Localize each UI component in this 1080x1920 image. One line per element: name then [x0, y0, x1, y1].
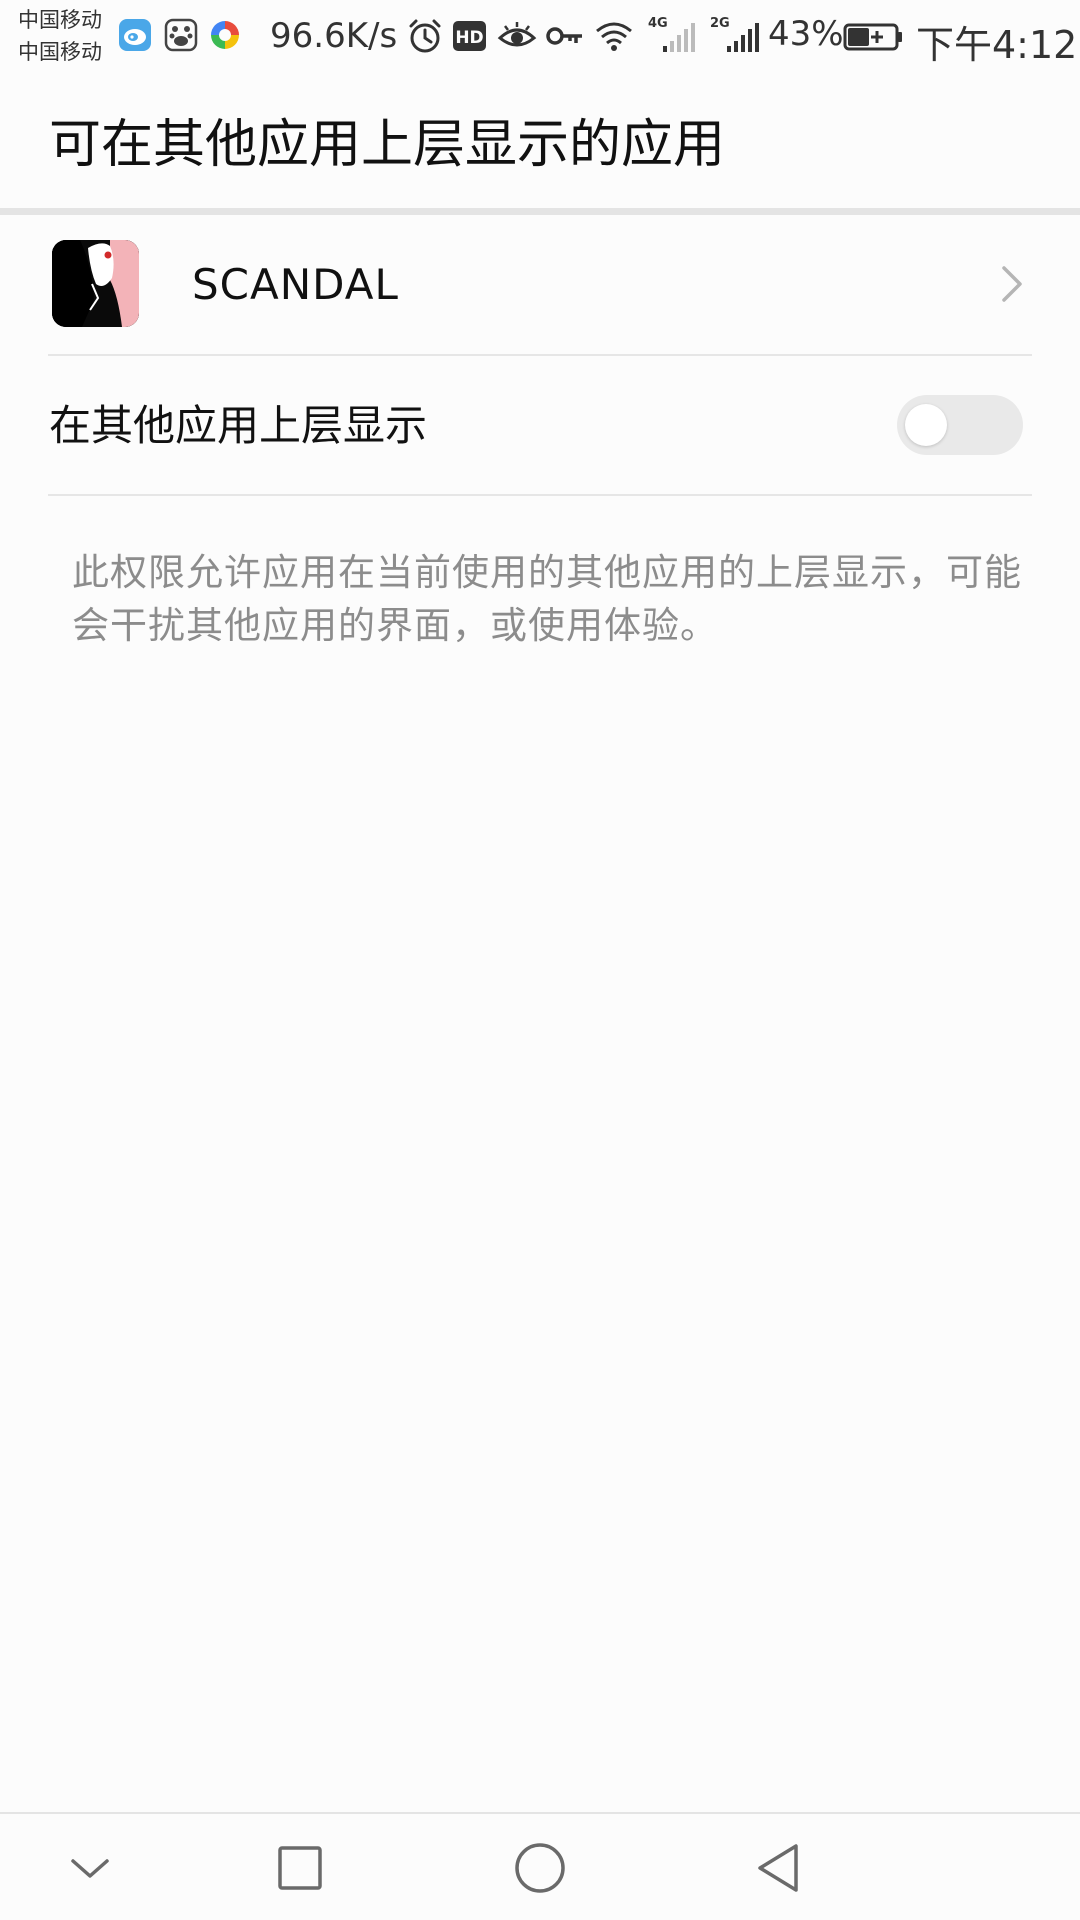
color-app-icon	[211, 21, 239, 49]
carrier-1: 中国移动	[18, 8, 102, 32]
battery-icon	[843, 23, 902, 51]
divider	[48, 354, 1032, 356]
home-icon[interactable]	[508, 1836, 572, 1900]
page-title: 可在其他应用上层显示的应用	[49, 115, 726, 175]
switch-knob	[905, 404, 947, 446]
app-icon	[52, 240, 139, 327]
hide-nav-icon[interactable]	[58, 1836, 122, 1900]
divider	[48, 494, 1032, 496]
carrier-2: 中国移动	[18, 40, 102, 64]
back-icon[interactable]	[748, 1836, 812, 1900]
network-speed: 96.6K/s	[270, 16, 398, 56]
header-divider	[0, 208, 1080, 215]
status-bar: 中国移动 中国移动 96.6K/s HD 4G 2G 43% 下午4:12	[0, 0, 1080, 74]
signal-icon	[663, 23, 695, 52]
weibo-icon	[119, 19, 151, 51]
permission-label: 在其他应用上层显示	[49, 401, 428, 450]
key-icon	[546, 27, 582, 45]
alarm-icon	[409, 19, 441, 53]
battery-percent: 43%	[768, 14, 844, 54]
recents-icon[interactable]	[268, 1836, 332, 1900]
signal-2-icon	[727, 23, 759, 52]
hd-icon: HD	[453, 21, 486, 51]
overlay-permission-switch[interactable]	[897, 395, 1023, 455]
overlay-permission-row[interactable]: 在其他应用上层显示	[0, 357, 1080, 495]
baidu-icon	[164, 18, 198, 52]
svg-text:HD: HD	[455, 28, 483, 48]
wifi-icon	[596, 22, 632, 51]
app-info-row[interactable]: SCANDAL	[0, 215, 1080, 355]
chevron-right-icon	[1002, 266, 1022, 302]
clock: 下午4:12	[916, 23, 1078, 67]
permission-description: 此权限允许应用在当前使用的其他应用的上层显示，可能会干扰其他应用的界面，或使用体…	[72, 551, 1022, 647]
eye-icon	[497, 22, 537, 47]
app-name: SCANDAL	[192, 260, 399, 309]
navigation-bar	[0, 1812, 1080, 1920]
screen: 中国移动 中国移动 96.6K/s HD 4G 2G 43% 下午4:12 可在…	[0, 0, 1080, 1920]
